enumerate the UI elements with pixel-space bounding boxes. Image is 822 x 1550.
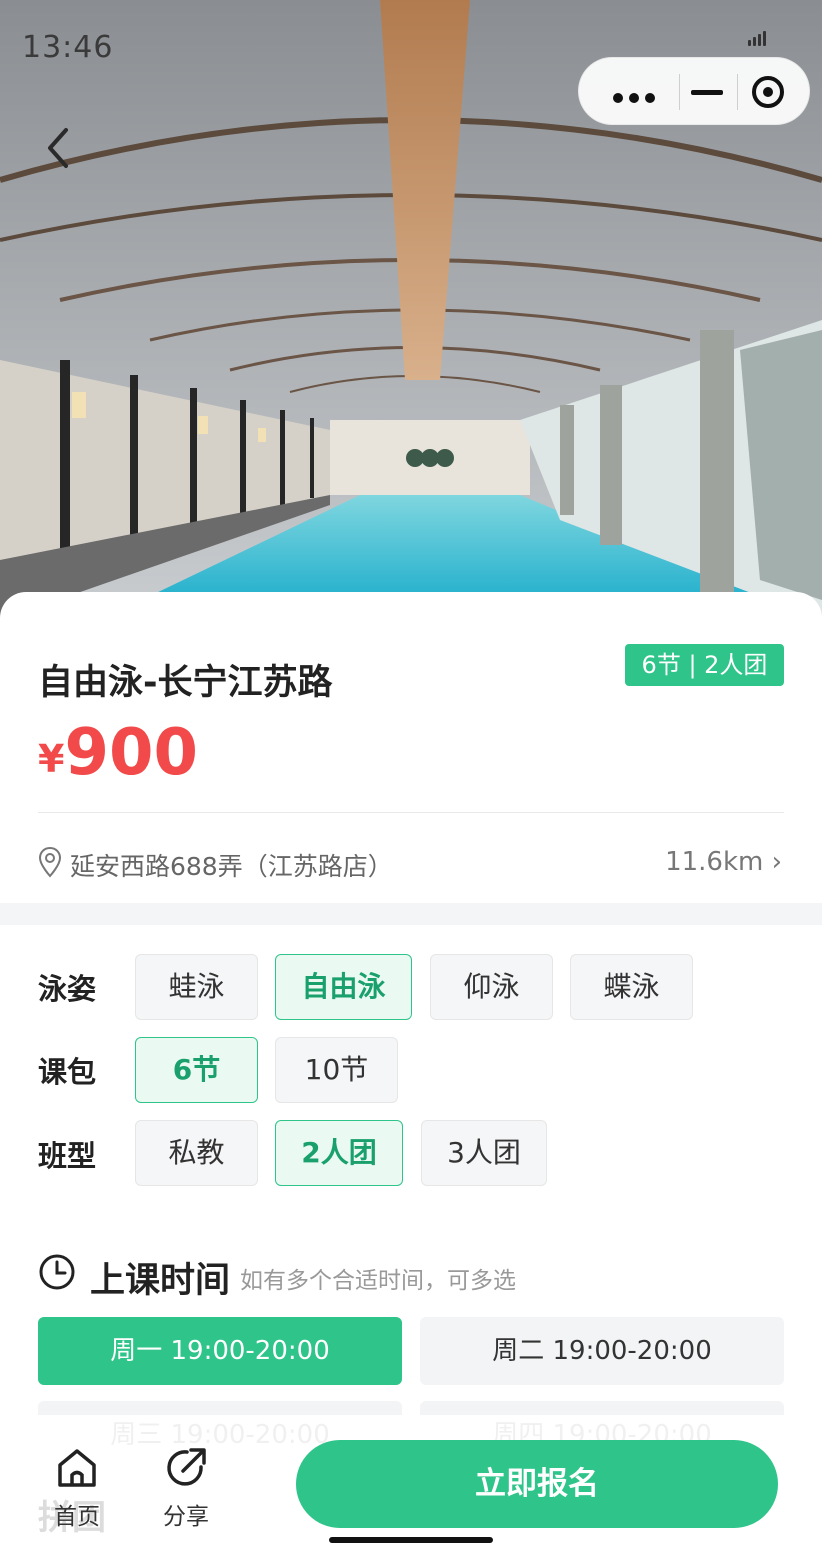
stroke-label: 泳姿 xyxy=(38,972,97,1006)
product-title: 自由泳-长宁江苏路 xyxy=(38,663,333,703)
nav-share-label: 分享 xyxy=(163,1504,209,1530)
schedule-title: 上课时间 xyxy=(90,1261,231,1301)
class-option-private[interactable]: 私教 xyxy=(135,1120,258,1186)
class-option-3-person[interactable]: 3人团 xyxy=(421,1120,547,1186)
class-option-2-person[interactable]: 2人团 xyxy=(275,1120,403,1186)
more-icon[interactable] xyxy=(613,88,655,107)
nav-home-label: 首页 xyxy=(54,1504,100,1530)
close-target-icon[interactable] xyxy=(750,74,786,110)
distance-link[interactable]: 11.6km › xyxy=(665,847,782,877)
package-option-6[interactable]: 6节 xyxy=(135,1037,258,1103)
divider xyxy=(38,812,784,813)
section-gap xyxy=(0,903,822,925)
home-icon xyxy=(58,1449,96,1487)
capsule-divider xyxy=(679,74,680,110)
enroll-button[interactable]: 立即报名 xyxy=(296,1440,778,1528)
status-time: 13:46 xyxy=(22,30,114,65)
class-type-label: 班型 xyxy=(38,1139,97,1173)
capsule-divider xyxy=(737,74,738,110)
price-value: 900 xyxy=(64,716,199,790)
store-address[interactable]: 延安西路688弄（江苏路店） xyxy=(70,847,393,883)
package-tag: 6节 | 2人团 xyxy=(625,644,784,686)
stroke-option-breaststroke[interactable]: 蛙泳 xyxy=(135,954,258,1020)
location-pin-icon xyxy=(38,846,62,878)
stroke-option-butterfly[interactable]: 蝶泳 xyxy=(570,954,693,1020)
price-currency: ¥ xyxy=(38,737,65,781)
signal-icon xyxy=(748,30,768,46)
home-indicator xyxy=(329,1537,493,1543)
nav-home[interactable]: 首页 xyxy=(42,1445,112,1531)
stroke-option-backstroke[interactable]: 仰泳 xyxy=(430,954,553,1020)
schedule-subtitle: 如有多个合适时间，可多选 xyxy=(240,1268,516,1294)
minimize-icon[interactable] xyxy=(691,90,723,95)
clock-icon xyxy=(39,1254,75,1290)
nav-share[interactable]: 分享 xyxy=(151,1445,221,1531)
time-slot[interactable]: 周一 19:00-20:00 xyxy=(38,1317,402,1385)
price: ¥900 xyxy=(38,716,198,790)
time-slot[interactable]: 周二 19:00-20:00 xyxy=(420,1317,784,1385)
package-option-10[interactable]: 10节 xyxy=(275,1037,398,1103)
back-button[interactable] xyxy=(36,118,86,178)
stroke-option-freestyle[interactable]: 自由泳 xyxy=(275,954,412,1020)
chevron-left-icon xyxy=(48,128,68,168)
package-label: 课包 xyxy=(38,1055,97,1089)
share-icon xyxy=(167,1448,206,1486)
mini-program-capsule xyxy=(578,57,810,125)
